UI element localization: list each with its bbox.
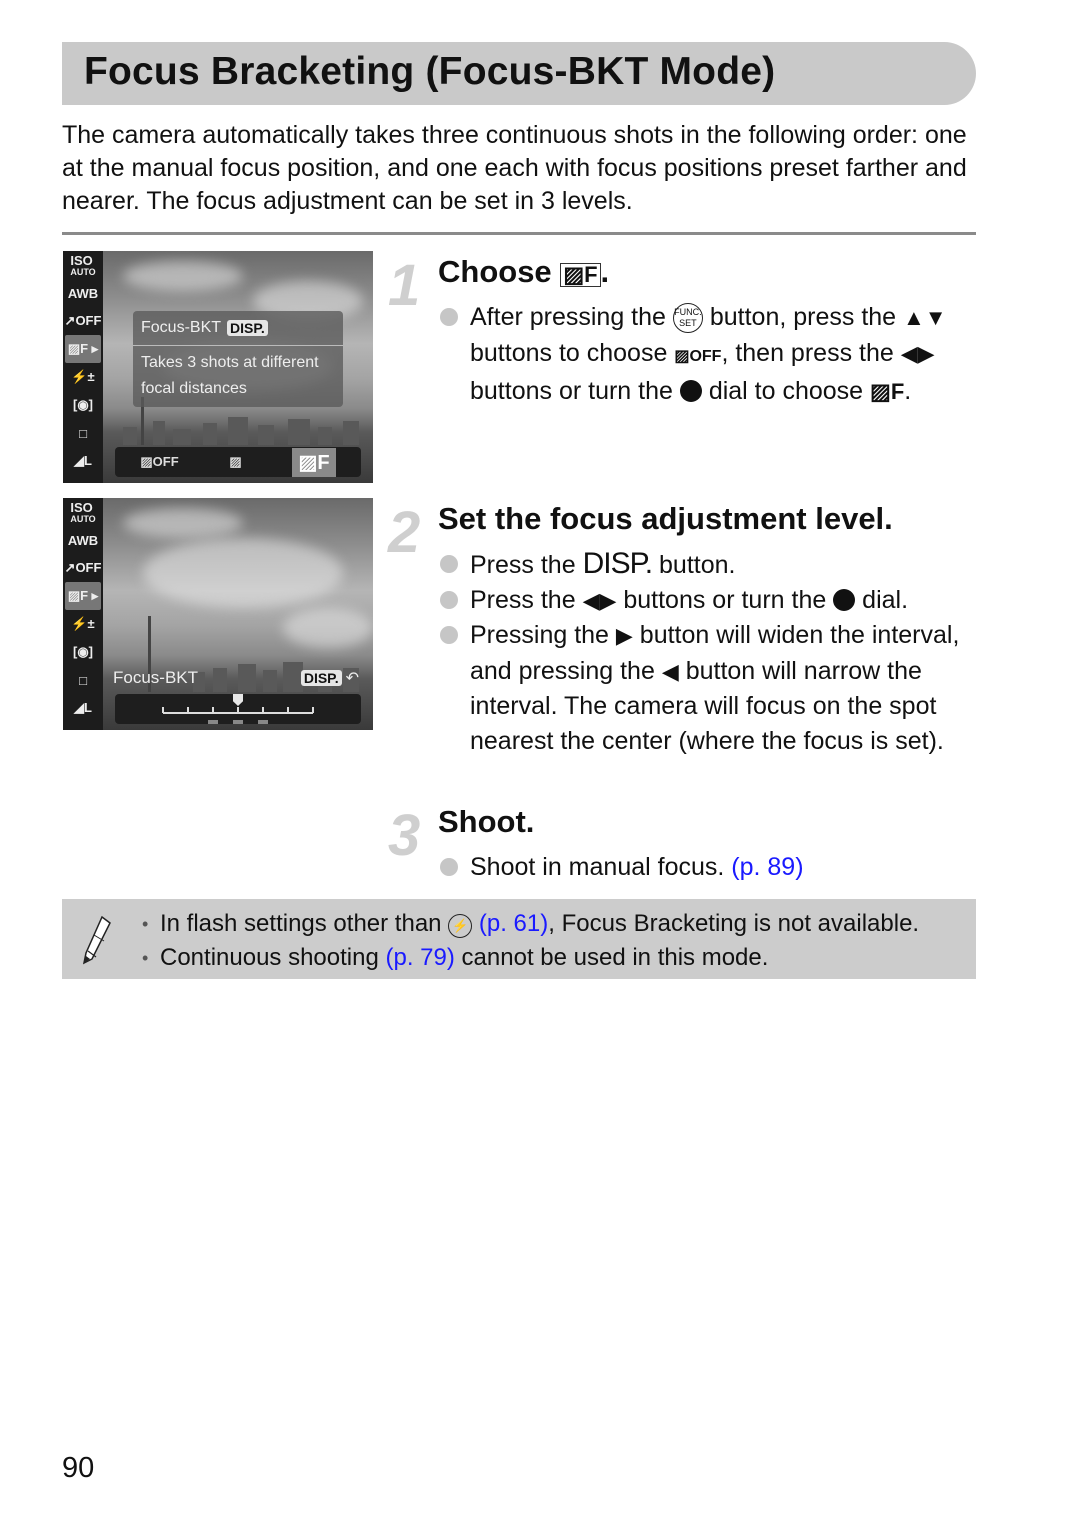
left-right-arrows-icon: ◀▶ bbox=[900, 340, 935, 366]
auto-bkt-option-icon[interactable]: ▨ bbox=[229, 454, 241, 470]
function-menu: ISO AUTO AWB ↗OFF ▨F ▸ ⚡± [◉] □ ◢L bbox=[63, 498, 103, 730]
shot-indicator bbox=[233, 720, 243, 724]
flash-exposure-icon[interactable]: ⚡± bbox=[63, 363, 103, 391]
left-arrow-icon: ◀ bbox=[661, 658, 679, 684]
metering-icon[interactable]: [◉] bbox=[63, 391, 103, 419]
aspect-icon[interactable]: □ bbox=[63, 419, 103, 447]
instruction-bullet: Press the DISP. button. bbox=[438, 547, 978, 583]
scale-tick bbox=[312, 707, 314, 713]
info-panel: Focus-BKT DISP. Takes 3 shots at differe… bbox=[133, 311, 343, 407]
step-title: Set the focus adjustment level. bbox=[438, 501, 893, 536]
info-description: Takes 3 shots at different focal distanc… bbox=[141, 354, 319, 397]
page-title: Focus Bracketing (Focus-BKT Mode) bbox=[84, 50, 776, 93]
focus-bkt-option-icon[interactable]: ▨F bbox=[292, 447, 336, 477]
disp-button-icon: DISP. bbox=[300, 670, 342, 686]
city-skyline bbox=[103, 397, 373, 445]
note-item: Continuous shooting (p. 79) cannot be us… bbox=[142, 941, 919, 975]
scale-tick bbox=[212, 707, 214, 713]
camera-screen-menu: ISO AUTO AWB ↗OFF ▨F ▸ ⚡± [◉] □ ◢L Focus-… bbox=[63, 251, 373, 483]
focus-bkt-icon[interactable]: ▨F ▸ bbox=[65, 335, 101, 363]
option-bar: ▨OFF ▨ ▨F bbox=[115, 447, 361, 477]
instruction-bullet: Pressing the ▶ button will widen the int… bbox=[438, 618, 978, 758]
awb-icon[interactable]: AWB bbox=[63, 526, 103, 554]
image-quality-icon[interactable]: ◢L bbox=[63, 694, 103, 722]
i-contrast-off-icon[interactable]: ↗OFF bbox=[63, 554, 103, 582]
instruction-bullet: After pressing the FUNC. SET button, pres… bbox=[438, 300, 978, 410]
flash-exposure-icon[interactable]: ⚡± bbox=[63, 610, 103, 638]
note-item: In flash settings other than ⚡ (p. 61), … bbox=[142, 907, 919, 941]
step-number: 1 bbox=[388, 253, 421, 318]
shot-indicator bbox=[258, 720, 268, 724]
bkt-off-icon: ▨OFF bbox=[674, 347, 722, 365]
focus-bkt-icon: ▨F bbox=[870, 379, 905, 404]
iso-auto-icon[interactable]: ISO AUTO bbox=[63, 498, 103, 526]
iso-auto-icon[interactable]: ISO AUTO bbox=[63, 251, 103, 279]
page-link[interactable]: (p. 79) bbox=[386, 944, 455, 971]
scale-tick bbox=[287, 707, 289, 713]
scale-tick bbox=[237, 707, 239, 713]
instruction-bullet: Shoot in manual focus. (p. 89) bbox=[438, 850, 978, 885]
image-quality-icon[interactable]: ◢L bbox=[63, 447, 103, 475]
instruction-bullet: Press the ◀▶ buttons or turn the dial. bbox=[438, 583, 978, 619]
title-bar: Focus Bracketing (Focus-BKT Mode) bbox=[62, 42, 976, 105]
focus-bkt-icon: ▨F bbox=[560, 263, 601, 287]
awb-icon[interactable]: AWB bbox=[63, 279, 103, 307]
up-down-arrows-icon: ▲▼ bbox=[903, 305, 947, 330]
camera-screen-level: ISO AUTO AWB ↗OFF ▨F ▸ ⚡± [◉] □ ◢L Focus-… bbox=[63, 498, 373, 730]
disp-button-icon: DISP. bbox=[582, 547, 653, 580]
info-title: Focus-BKT bbox=[141, 319, 222, 336]
left-right-arrows-icon: ◀▶ bbox=[582, 587, 617, 613]
focus-level-scale[interactable] bbox=[162, 694, 314, 724]
focus-bkt-label: Focus-BKT bbox=[113, 668, 199, 687]
metering-icon[interactable]: [◉] bbox=[63, 638, 103, 666]
right-arrow-icon: ▶ bbox=[615, 623, 633, 648]
aspect-icon[interactable]: □ bbox=[63, 666, 103, 694]
step-number: 2 bbox=[388, 500, 421, 565]
page-link[interactable]: (p. 89) bbox=[731, 853, 803, 881]
return-icon: ↶ bbox=[345, 670, 359, 687]
scale-tick bbox=[187, 707, 189, 713]
func-set-button-icon: FUNC. SET bbox=[672, 303, 703, 334]
function-menu: ISO AUTO AWB ↗OFF ▨F ▸ ⚡± [◉] □ ◢L bbox=[63, 251, 103, 483]
control-dial-icon bbox=[833, 588, 856, 611]
pencil-icon bbox=[82, 915, 111, 965]
scale-tick bbox=[162, 707, 164, 713]
focus-bkt-icon[interactable]: ▨F ▸ bbox=[65, 582, 101, 610]
divider bbox=[62, 232, 976, 235]
bkt-off-option-icon[interactable]: ▨OFF bbox=[140, 454, 178, 470]
scale-tick bbox=[262, 707, 264, 713]
control-dial-icon bbox=[679, 380, 702, 402]
step-title: Choose ▨F. bbox=[438, 254, 610, 289]
disp-button-icon: DISP. bbox=[227, 320, 268, 336]
page-number: 90 bbox=[62, 1452, 95, 1484]
step-number: 3 bbox=[388, 803, 421, 868]
disp-return-hint: DISP. ↶ bbox=[300, 668, 359, 688]
shot-indicator bbox=[208, 720, 218, 724]
page-link[interactable]: (p. 61) bbox=[479, 910, 548, 937]
flash-off-icon: ⚡ bbox=[448, 914, 473, 938]
intro-paragraph: The camera automatically takes three con… bbox=[62, 121, 967, 215]
i-contrast-off-icon[interactable]: ↗OFF bbox=[63, 307, 103, 335]
note-box: In flash settings other than ⚡ (p. 61), … bbox=[62, 899, 976, 979]
step-title: Shoot. bbox=[438, 804, 535, 839]
